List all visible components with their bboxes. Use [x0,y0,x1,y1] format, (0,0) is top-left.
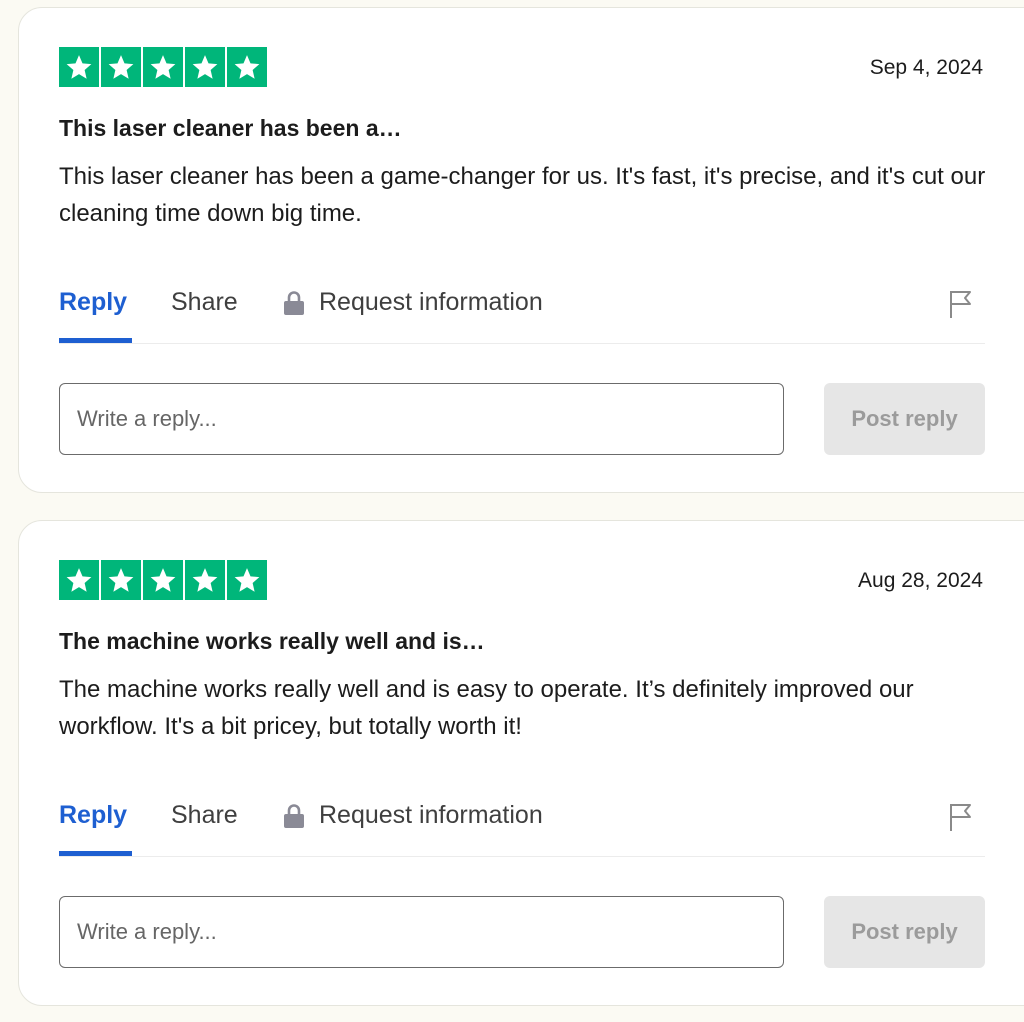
flag-icon[interactable] [947,802,973,832]
star-rating [59,47,267,87]
reply-label: Reply [59,288,128,316]
request-information-label: Request information [319,801,543,829]
star-icon [143,560,183,600]
star-icon [227,47,267,87]
lock-icon [283,803,305,829]
lock-icon [283,290,305,316]
reply-input[interactable] [59,896,784,968]
reply-input[interactable] [59,383,784,455]
review-card: Aug 28, 2024 The machine works really we… [18,520,1024,1006]
star-icon [227,560,267,600]
review-title: The machine works really well and is… [59,628,485,654]
review-date: Aug 28, 2024 [858,569,983,592]
reply-tab[interactable]: Reply [59,801,132,856]
review-title: This laser cleaner has been a… [59,115,402,141]
star-icon [185,560,225,600]
request-information-label: Request information [319,288,543,316]
star-icon [101,47,141,87]
review-date: Sep 4, 2024 [869,56,983,79]
share-button[interactable]: Share [171,801,238,830]
share-button[interactable]: Share [171,288,238,317]
post-reply-button[interactable]: Post reply [824,896,985,968]
star-rating [59,560,267,600]
star-icon [143,47,183,87]
review-body: The machine works really well and is eas… [59,676,914,740]
request-information-button[interactable]: Request information [283,801,543,830]
review-actions: Reply Share Request information [59,796,985,857]
active-tab-indicator [59,851,132,856]
star-icon [59,560,99,600]
star-icon [101,560,141,600]
request-information-button[interactable]: Request information [283,288,543,317]
reply-label: Reply [59,801,128,829]
star-icon [185,47,225,87]
flag-icon[interactable] [947,289,973,319]
reply-tab[interactable]: Reply [59,288,132,343]
review-card: Sep 4, 2024 This laser cleaner has been … [18,7,1024,493]
review-body: This laser cleaner has been a game-chang… [59,163,986,227]
active-tab-indicator [59,338,132,343]
post-reply-button[interactable]: Post reply [824,383,985,455]
star-icon [59,47,99,87]
review-actions: Reply Share Request information [59,283,985,344]
